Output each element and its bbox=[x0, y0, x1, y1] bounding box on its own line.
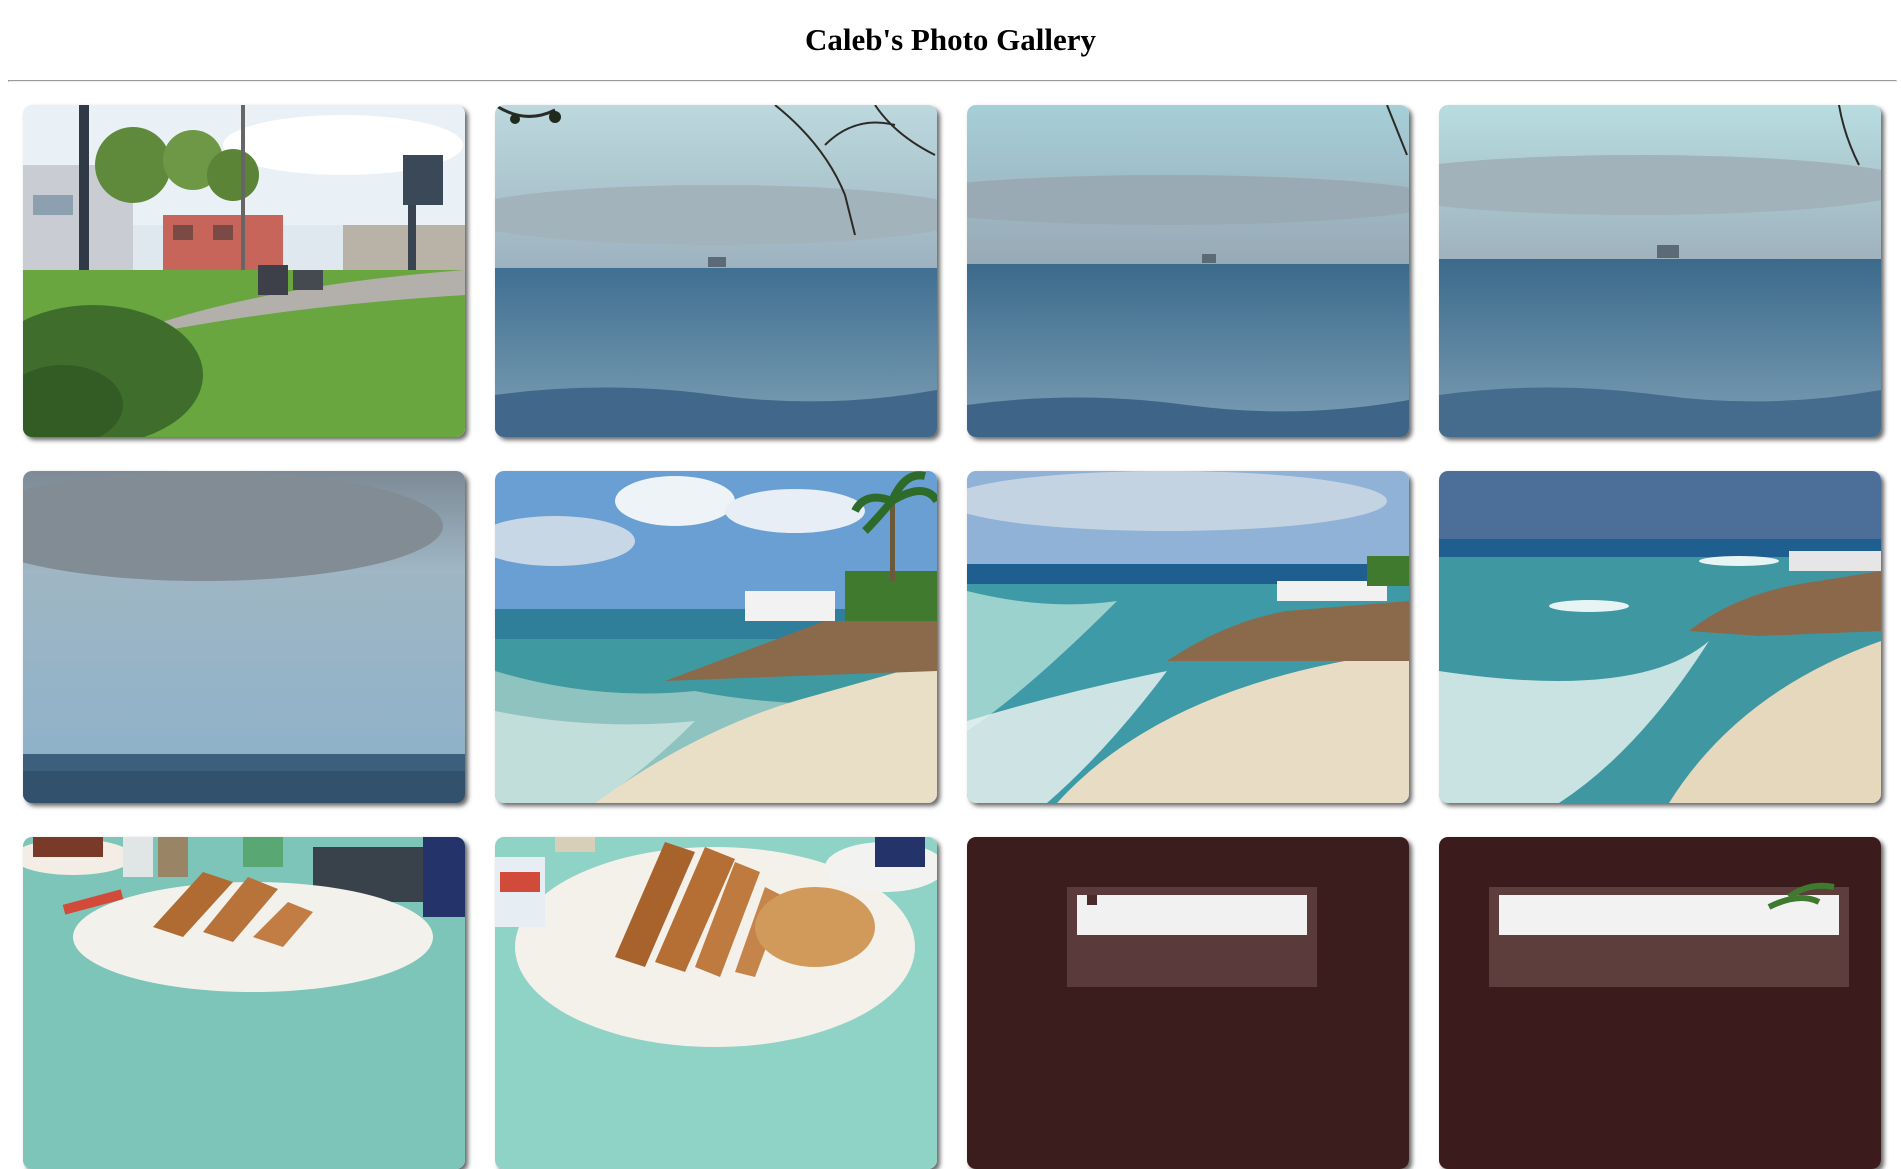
photo-gallery-grid bbox=[23, 105, 1885, 1169]
photo-dark-window-palm-image bbox=[1439, 837, 1881, 1169]
gallery-photo-bread-plate[interactable] bbox=[495, 837, 937, 1169]
photo-sea-branch-image bbox=[495, 105, 937, 437]
gallery-photo-park[interactable] bbox=[23, 105, 465, 437]
photo-bread-plate-image bbox=[495, 837, 937, 1169]
gallery-photo-sea-horizon[interactable] bbox=[967, 105, 1409, 437]
photo-sea-horizon-image bbox=[967, 105, 1409, 437]
photo-park-image bbox=[23, 105, 465, 437]
gallery-photo-sea-horizon-2[interactable] bbox=[1439, 105, 1881, 437]
gallery-photo-beach-palm[interactable] bbox=[495, 471, 937, 803]
photo-breakfast-image bbox=[23, 837, 465, 1169]
gallery-photo-breakfast[interactable] bbox=[23, 837, 465, 1169]
gallery-photo-beach-rocks-2[interactable] bbox=[1439, 471, 1881, 803]
title-divider bbox=[8, 80, 1897, 82]
page-title: Caleb's Photo Gallery bbox=[804, 22, 1097, 57]
gallery-photo-sky-blur[interactable] bbox=[23, 471, 465, 803]
gallery-photo-dark-window[interactable] bbox=[967, 837, 1409, 1169]
photo-beach-rocks-2-image bbox=[1439, 471, 1881, 803]
gallery-photo-dark-window-palm[interactable] bbox=[1439, 837, 1881, 1169]
photo-dark-window-image bbox=[967, 837, 1409, 1169]
photo-beach-palm-image bbox=[495, 471, 937, 803]
gallery-photo-beach-rocks[interactable] bbox=[967, 471, 1409, 803]
photo-sea-horizon-2-image bbox=[1439, 105, 1881, 437]
photo-sky-blur-image bbox=[23, 471, 465, 803]
gallery-photo-sea-branch[interactable] bbox=[495, 105, 937, 437]
photo-beach-rocks-image bbox=[967, 471, 1409, 803]
